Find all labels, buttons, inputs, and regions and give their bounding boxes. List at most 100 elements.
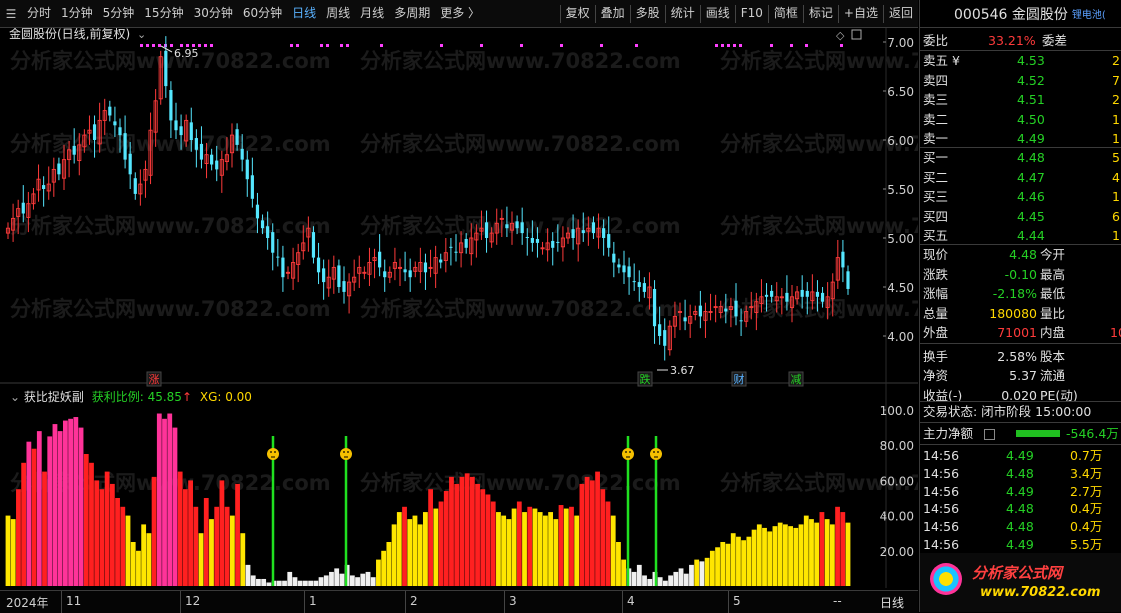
candle-body bbox=[255, 204, 260, 219]
tool-button[interactable]: 简框 bbox=[769, 0, 803, 27]
indicator-bar bbox=[793, 527, 799, 586]
tool-button[interactable]: 统计 bbox=[666, 0, 700, 27]
period-tab[interactable]: 多周期 bbox=[389, 0, 435, 27]
tool-buttons: 复权 叠加 多股 统计 画线 F10 简框 标记 +自选 返回 bbox=[559, 0, 918, 27]
maximize-icon[interactable] bbox=[851, 29, 862, 40]
period-tab[interactable]: 分时 bbox=[22, 0, 56, 27]
face-eye bbox=[629, 451, 631, 453]
watermark-text: 分析家公式网www.70822.com bbox=[10, 214, 331, 238]
signal-dot bbox=[326, 44, 329, 47]
bid-price[interactable]: 4.46 bbox=[1017, 187, 1045, 206]
candle-body bbox=[658, 324, 662, 336]
tool-button[interactable]: 叠加 bbox=[596, 0, 630, 27]
indicator-tick-label: 40.00 bbox=[880, 510, 914, 524]
tool-button[interactable]: 返回 bbox=[884, 0, 918, 27]
indicator-bar bbox=[62, 420, 68, 586]
watermark-text: 分析家公式网www.70822.com bbox=[360, 471, 681, 495]
tool-button[interactable]: +自选 bbox=[839, 0, 883, 27]
ask-label: 卖二 bbox=[923, 111, 949, 127]
signal-dot bbox=[600, 44, 603, 47]
period-tab[interactable]: 30分钟 bbox=[189, 0, 238, 27]
menu-icon[interactable]: ☰ bbox=[0, 0, 22, 27]
candle-body bbox=[21, 202, 25, 214]
candle-body bbox=[663, 330, 667, 346]
diamond-icon[interactable]: ◇ bbox=[836, 29, 845, 42]
ask-price[interactable]: 4.50 bbox=[1017, 110, 1045, 129]
indicator-bar bbox=[193, 506, 199, 586]
indicator-bar bbox=[522, 512, 527, 586]
stat-label-2: 最低 bbox=[1040, 286, 1066, 301]
tool-button[interactable]: 多股 bbox=[631, 0, 665, 27]
kline-chart[interactable]: 金圆股份(日线,前复权) ⌄ ◇ 分析家公式网www.70822.com 分析家公式网w… bbox=[0, 28, 918, 588]
period-tab[interactable]: 月线 bbox=[355, 0, 389, 27]
indicator-bar bbox=[402, 506, 407, 586]
bid-price[interactable]: 4.45 bbox=[1017, 207, 1045, 226]
candle-body bbox=[581, 230, 585, 234]
event-marker[interactable]: 财 bbox=[734, 372, 745, 386]
tool-button[interactable]: F10 bbox=[736, 0, 768, 27]
indicator-bar bbox=[250, 575, 256, 586]
candle-body bbox=[602, 228, 606, 238]
indicator-bar bbox=[73, 417, 79, 586]
candle-body bbox=[108, 106, 112, 116]
tool-button[interactable]: 复权 bbox=[561, 0, 595, 27]
bid-price[interactable]: 4.48 bbox=[1017, 148, 1045, 167]
stat-label-2: 流通 bbox=[1040, 368, 1066, 383]
period-tab[interactable]: 5分钟 bbox=[98, 0, 140, 27]
period-tab[interactable]: 1分钟 bbox=[56, 0, 98, 27]
stat-label-2: 内盘 bbox=[1040, 325, 1066, 340]
event-marker[interactable]: 减 bbox=[791, 373, 802, 386]
indicator-bar bbox=[31, 448, 37, 586]
period-tab[interactable]: 60分钟 bbox=[238, 0, 287, 27]
indicator-bar bbox=[782, 524, 788, 586]
ask-price[interactable]: 4.53 bbox=[1017, 51, 1045, 70]
period-tab[interactable]: 周线 bbox=[321, 0, 355, 27]
candle-body bbox=[622, 265, 626, 273]
event-marker[interactable]: 涨 bbox=[149, 373, 160, 386]
stock-code-name[interactable]: 000546 金圆股份 bbox=[954, 4, 1068, 24]
period-tab[interactable]: 日线 bbox=[287, 0, 321, 27]
price-tick-label: 4.00 bbox=[887, 330, 914, 344]
indicator-bar bbox=[501, 515, 507, 586]
signal-dot bbox=[146, 44, 149, 47]
indicator-bar bbox=[772, 526, 778, 586]
period-tab[interactable]: 更多 〉 bbox=[435, 0, 485, 27]
tool-button[interactable]: 标记 bbox=[804, 0, 838, 27]
indicator-name[interactable]: 获比捉妖副 bbox=[24, 390, 84, 404]
bid-price[interactable]: 4.44 bbox=[1017, 226, 1045, 245]
indicator-bar bbox=[595, 471, 600, 586]
candle-body bbox=[164, 50, 168, 87]
ask-price[interactable]: 4.49 bbox=[1017, 129, 1045, 148]
xg-label: XG: 0.00 bbox=[199, 390, 252, 404]
candle-body bbox=[337, 265, 341, 287]
watermark-text: 分析家公式网www.70822.com bbox=[360, 214, 681, 238]
signal-dot bbox=[290, 44, 293, 47]
face-icon bbox=[340, 448, 352, 460]
sector-tag[interactable]: 锂电池( bbox=[1072, 6, 1106, 21]
tick-row: 14:56 4.48 3.4万 bbox=[920, 464, 1121, 483]
indicator-bar bbox=[506, 519, 512, 586]
ask-price[interactable]: 4.51 bbox=[1017, 90, 1045, 109]
ask-price[interactable]: 4.52 bbox=[1017, 71, 1045, 90]
candle-body bbox=[627, 266, 631, 278]
stat-value: 2.58% bbox=[997, 348, 1037, 364]
date-tick bbox=[504, 591, 505, 613]
indicator-bar bbox=[668, 575, 674, 586]
indicator-bar bbox=[464, 473, 470, 586]
chart-settings-icon[interactable]: ⌄ bbox=[137, 28, 146, 41]
indicator-settings-icon[interactable]: ⌄ bbox=[10, 390, 20, 404]
price-tick-label: 5.00 bbox=[887, 232, 914, 246]
indicator-bar bbox=[214, 506, 220, 586]
period-label[interactable]: 日线 bbox=[880, 594, 904, 611]
signal-dot bbox=[721, 44, 724, 47]
signal-dot bbox=[560, 44, 563, 47]
indicator-bar bbox=[162, 418, 167, 586]
period-tab[interactable]: 15分钟 bbox=[139, 0, 188, 27]
indicator-bar bbox=[209, 519, 214, 586]
stat-value: 71001 bbox=[997, 325, 1037, 340]
candle-body bbox=[612, 253, 616, 263]
candle-body bbox=[311, 232, 316, 258]
tool-button[interactable]: 画线 bbox=[701, 0, 735, 27]
event-marker[interactable]: 跌 bbox=[640, 372, 651, 386]
bid-price[interactable]: 4.47 bbox=[1017, 168, 1045, 187]
